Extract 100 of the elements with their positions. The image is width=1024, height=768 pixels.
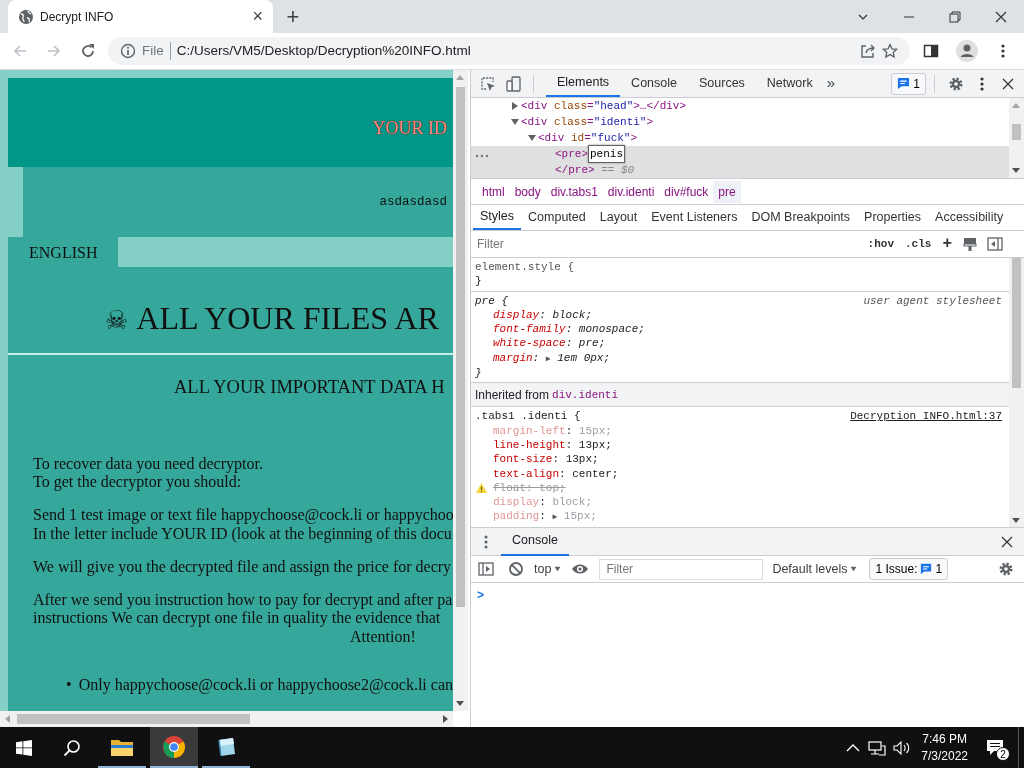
side-panel-icon [923, 43, 939, 59]
scrollbar[interactable] [1009, 258, 1024, 527]
browser-tab[interactable]: Decrypt INFO × [8, 0, 273, 33]
windows-icon [16, 739, 32, 756]
scrollbar-thumb[interactable] [1012, 258, 1021, 388]
scrollbar-thumb[interactable] [17, 714, 250, 724]
expand-arrow-icon[interactable] [528, 134, 536, 142]
console-prompt[interactable]: > [477, 589, 485, 603]
css-declaration[interactable]: font-family: monospace; [493, 322, 645, 337]
css-declaration[interactable]: padding: ▶ 15px; [493, 509, 597, 525]
drawer-tab[interactable]: Console [501, 527, 569, 556]
new-tab-button[interactable]: + [279, 2, 307, 30]
devtools-tab[interactable]: Network [755, 70, 824, 97]
search-icon [63, 738, 81, 757]
breadcrumb[interactable]: div.tabs1 [545, 180, 603, 203]
css-declaration[interactable]: font-size: 13px; [493, 452, 599, 467]
scroll-right-icon[interactable] [442, 715, 448, 723]
sidebar-toggle-icon [987, 237, 1003, 251]
css-declaration[interactable]: display: block; [493, 495, 593, 510]
css-selector: pre { [475, 293, 508, 308]
id-label: YOUR ID [372, 118, 447, 138]
css-declaration[interactable]: white-space: pre; [493, 336, 606, 351]
scrollbar-thumb[interactable] [1012, 124, 1021, 140]
restore-icon [949, 10, 961, 23]
css-declaration[interactable]: text-align: center; [493, 466, 619, 481]
class-button[interactable]: .cls [901, 235, 936, 253]
clock-time[interactable]: 7:46 PM [922, 730, 967, 748]
notifications-button[interactable]: 2 [974, 727, 1018, 768]
css-declaration[interactable]: margin: ▶ 1em 0px; [493, 350, 611, 367]
edit-field[interactable]: penis [588, 145, 626, 163]
issues-badge[interactable]: 1 [891, 72, 926, 95]
devtools-tab[interactable]: Console [620, 70, 688, 97]
warning-icon [475, 482, 488, 494]
more-icon [980, 75, 984, 92]
language-tab[interactable]: ENGLISH [8, 237, 118, 267]
breadcrumb[interactable]: body [509, 180, 546, 203]
dom-node[interactable]: <pre> [555, 146, 588, 162]
taskbar-app[interactable] [150, 727, 198, 768]
panel-tab[interactable]: Layout [592, 205, 645, 230]
panel-tab[interactable]: DOM Breakpoints [744, 205, 858, 230]
dom-node[interactable]: <div class="head">…</div> [521, 98, 687, 114]
more-tabs-button[interactable]: » [826, 72, 836, 95]
breadcrumb[interactable]: html [477, 180, 510, 203]
inherited-selector[interactable]: div.identi [552, 386, 619, 404]
breadcrumb[interactable]: div.identi [602, 180, 660, 203]
source-link[interactable]: Decryption INFO.html:37 [850, 409, 1002, 424]
settings-icon [948, 75, 964, 92]
levels-dropdown[interactable]: Default levels [772, 559, 858, 579]
devtools-tab[interactable]: Sources [688, 70, 756, 97]
scroll-down-icon[interactable] [1012, 517, 1020, 523]
panel-tab[interactable]: Event Listeners [644, 205, 745, 230]
close-icon [1001, 535, 1013, 548]
attention-text: Attention! [350, 627, 416, 647]
breadcrumb[interactable]: pre [713, 180, 741, 203]
scrollbar[interactable] [1009, 98, 1024, 178]
breadcrumb[interactable]: div#fuck [659, 180, 714, 203]
bullet-icon: • [66, 676, 79, 695]
close-button[interactable]: × [252, 3, 263, 30]
issues-label: 1 Issue: [875, 561, 918, 578]
panel-tab[interactable]: Computed [521, 205, 593, 230]
clock-date[interactable]: 7/3/2022 [921, 747, 968, 765]
context-dropdown[interactable]: top [534, 559, 562, 579]
css-declaration[interactable]: display: block; [493, 307, 593, 323]
network-icon [868, 739, 887, 756]
star-icon[interactable] [882, 43, 898, 59]
scrollbar[interactable] [453, 70, 468, 711]
panel-tab[interactable]: Accessibility [928, 205, 1011, 230]
issue-count: 1 [935, 561, 943, 578]
css-declaration[interactable]: line-height: 13px; [493, 437, 612, 453]
note-text: We will give you the decrypted file and assign the price for decry [33, 557, 453, 577]
note-text: To get the decryptor you should: [33, 473, 243, 492]
dom-node[interactable]: <div id="fuck"> [538, 130, 638, 146]
filter-field[interactable]: Filter [477, 235, 861, 253]
notification-count: 2 [996, 747, 1010, 761]
scroll-down-icon[interactable] [456, 700, 464, 706]
scroll-down-icon[interactable] [1012, 167, 1020, 173]
hover-state-button[interactable]: :hov [863, 235, 898, 253]
message-icon [920, 563, 933, 575]
devtools-tab[interactable]: Elements [546, 70, 621, 97]
address-bar[interactable]: File C:/Users/VM5/Desktop/Decryption%20INFO.html [108, 37, 910, 65]
scrollbar-thumb[interactable] [456, 87, 465, 607]
closing-brace: } [475, 275, 482, 288]
note-text: Send 1 test image or text file happychoose@cock.li or happychoo [33, 506, 453, 525]
expand-arrow-icon[interactable] [511, 118, 519, 126]
info-icon[interactable] [120, 43, 136, 59]
expand-arrow-icon[interactable] [511, 102, 519, 110]
scrollbar[interactable] [0, 711, 453, 727]
close-icon [995, 10, 1007, 23]
issues-button[interactable]: 1 Issue: 1 [869, 558, 949, 580]
share-icon[interactable] [860, 43, 876, 59]
note-text: In the letter include YOUR ID (look at the beginning of this docu [33, 524, 453, 544]
panel-tab[interactable]: Properties [857, 205, 929, 230]
css-declaration[interactable]: margin-left: 15px; [493, 423, 612, 438]
dom-node[interactable]: </pre> == $0 [555, 162, 635, 178]
headline: ALL YOUR FILES AR [136, 300, 439, 336]
add-rule-button[interactable]: + [938, 232, 956, 256]
dom-node[interactable]: <div class="identi"> [521, 114, 654, 130]
css-selector: element.style { [475, 260, 575, 275]
panel-tab[interactable]: Styles [473, 205, 522, 230]
filter-field[interactable]: Filter [599, 558, 764, 580]
